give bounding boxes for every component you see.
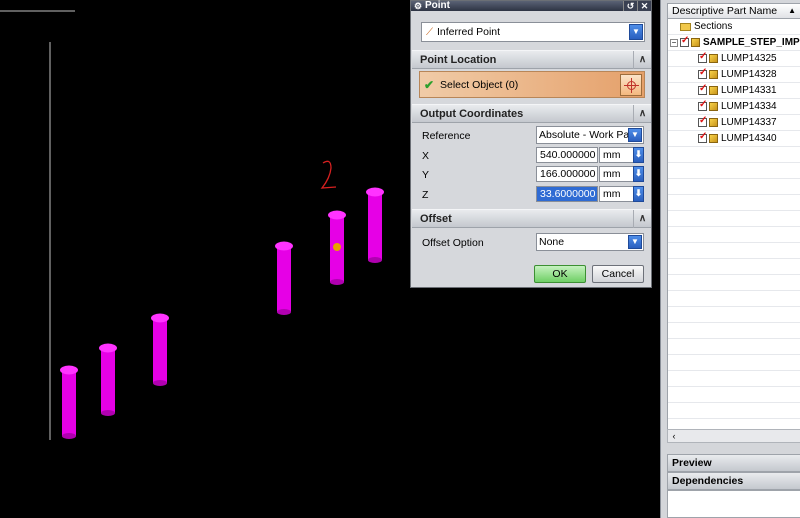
select-object-label: Select Object (0) [440,78,519,91]
x-input[interactable]: 540.000000 [536,147,598,163]
offset-option-value: None [539,236,565,248]
part-tree[interactable]: Sections − SAMPLE_STEP_IMP LUMP14325 LUM… [667,19,800,429]
section-output-coordinates-label: Output Coordinates [420,107,524,120]
point-dialog[interactable]: ⚙ Point ↺ ✕ ⟋ Inferred Point ▼ Point Loc… [410,0,652,288]
checkbox-icon[interactable] [698,99,707,111]
y-input[interactable]: 166.000000 [536,166,598,182]
horizontal-scrollbar[interactable]: ‹ [667,429,800,443]
section-offset[interactable]: Offset ∧ [412,209,651,228]
section-offset-label: Offset [420,212,452,225]
section-point-location-label: Point Location [420,53,497,66]
dialog-title: Point [425,0,450,11]
part-icon [709,118,718,127]
reference-value: Absolute - Work Part [539,129,628,141]
part-icon [709,102,718,111]
part-icon [709,70,718,79]
tree-item-label: LUMP14334 [721,101,777,112]
reset-icon[interactable]: ↺ [623,1,637,11]
reference-label: Reference [422,130,471,142]
tree-item-label: LUMP14337 [721,117,777,128]
tree-item-label: LUMP14328 [721,69,777,80]
point-type-value: Inferred Point [437,26,501,38]
cancel-button[interactable]: Cancel [592,265,644,283]
chevron-up-icon[interactable]: ∧ [633,210,651,228]
chevron-up-icon[interactable]: ∧ [633,105,651,123]
ok-button[interactable]: OK [534,265,586,283]
section-output-coordinates[interactable]: Output Coordinates ∧ [412,104,651,123]
checkbox-icon[interactable] [698,83,707,95]
part-icon [709,54,718,63]
chevron-down-icon[interactable]: ▼ [629,24,643,40]
tree-item-label: SAMPLE_STEP_IMP [703,37,800,48]
inferred-point-icon: ⟋ [426,26,433,38]
sort-up-icon[interactable]: ▲ [788,4,796,18]
preview-section[interactable]: Preview [667,454,800,472]
dependencies-section[interactable]: Dependencies [667,472,800,490]
checkbox-icon[interactable] [698,115,707,127]
chevron-up-icon[interactable]: ∧ [633,51,651,69]
column-header-label: Descriptive Part Name [672,5,778,17]
point-type-dropdown[interactable]: ⟋ Inferred Point ▼ [421,22,645,42]
tree-item-part[interactable]: LUMP14334 [698,99,777,114]
column-header[interactable]: Descriptive Part Name ▲ [667,3,800,19]
annotation-mark [320,160,337,189]
folder-icon [680,22,691,31]
checkbox-icon[interactable] [698,67,707,79]
tree-item-part[interactable]: LUMP14340 [698,131,777,146]
checkmark-icon: ✔ [424,77,435,92]
tree-item-sections[interactable]: Sections [680,19,732,34]
x-unit[interactable]: mm [599,147,635,163]
chevron-down-icon[interactable]: ▼ [628,128,642,142]
dependencies-panel [667,490,800,518]
tree-item-part[interactable]: LUMP14325 [698,51,777,66]
checkbox-icon[interactable] [680,35,689,47]
select-object-row[interactable]: ✔ Select Object (0) [419,71,645,98]
part-icon [709,134,718,143]
close-icon[interactable]: ✕ [637,1,651,11]
cylinder-2[interactable] [99,343,117,417]
chevron-left-icon[interactable]: ‹ [668,430,680,442]
dialog-title-bar[interactable]: ⚙ Point ↺ ✕ [411,1,651,11]
offset-option-label: Offset Option [422,237,484,249]
cylinder-6[interactable] [366,187,384,264]
z-label: Z [422,189,429,201]
cylinder-3[interactable] [151,313,169,387]
checkbox-icon[interactable] [698,51,707,63]
cylinder-4[interactable] [275,241,293,316]
tree-item-label: LUMP14331 [721,85,777,96]
offset-option-dropdown[interactable]: None ▼ [536,233,644,251]
gear-icon[interactable]: ⚙ [411,1,425,12]
z-spin-icon[interactable]: ⬇ [633,186,644,202]
tree-item-part[interactable]: LUMP14337 [698,115,777,130]
point-dialog-icon[interactable] [620,73,642,96]
tree-item-part[interactable]: LUMP14328 [698,67,777,82]
section-point-location[interactable]: Point Location ∧ [412,50,651,69]
inferred-point-marker[interactable] [333,243,341,251]
x-label: X [422,150,430,162]
tree-item-assembly[interactable]: − SAMPLE_STEP_IMP [670,35,800,50]
tree-item-part[interactable]: LUMP14331 [698,83,777,98]
y-spin-icon[interactable]: ⬇ [633,166,644,182]
chevron-down-icon[interactable]: ▼ [628,235,642,249]
y-label: Y [422,169,430,181]
z-input[interactable]: 33.6000000 [536,186,598,202]
tree-item-label: LUMP14340 [721,133,777,144]
tree-item-label: Sections [694,21,733,32]
y-unit[interactable]: mm [599,166,635,182]
part-navigator[interactable]: Descriptive Part Name ▲ Sections − SAMPL… [660,0,800,518]
checkbox-icon[interactable] [698,131,707,143]
reference-dropdown[interactable]: Absolute - Work Part ▼ [536,126,644,144]
tree-item-label: LUMP14325 [721,53,777,64]
cylinder-1[interactable] [60,365,78,440]
x-spin-icon[interactable]: ⬇ [633,147,644,163]
collapse-icon[interactable]: − [670,38,678,47]
cylinders-group [60,187,384,440]
part-icon [709,86,718,95]
assembly-icon [691,38,700,47]
z-unit[interactable]: mm [599,186,635,202]
